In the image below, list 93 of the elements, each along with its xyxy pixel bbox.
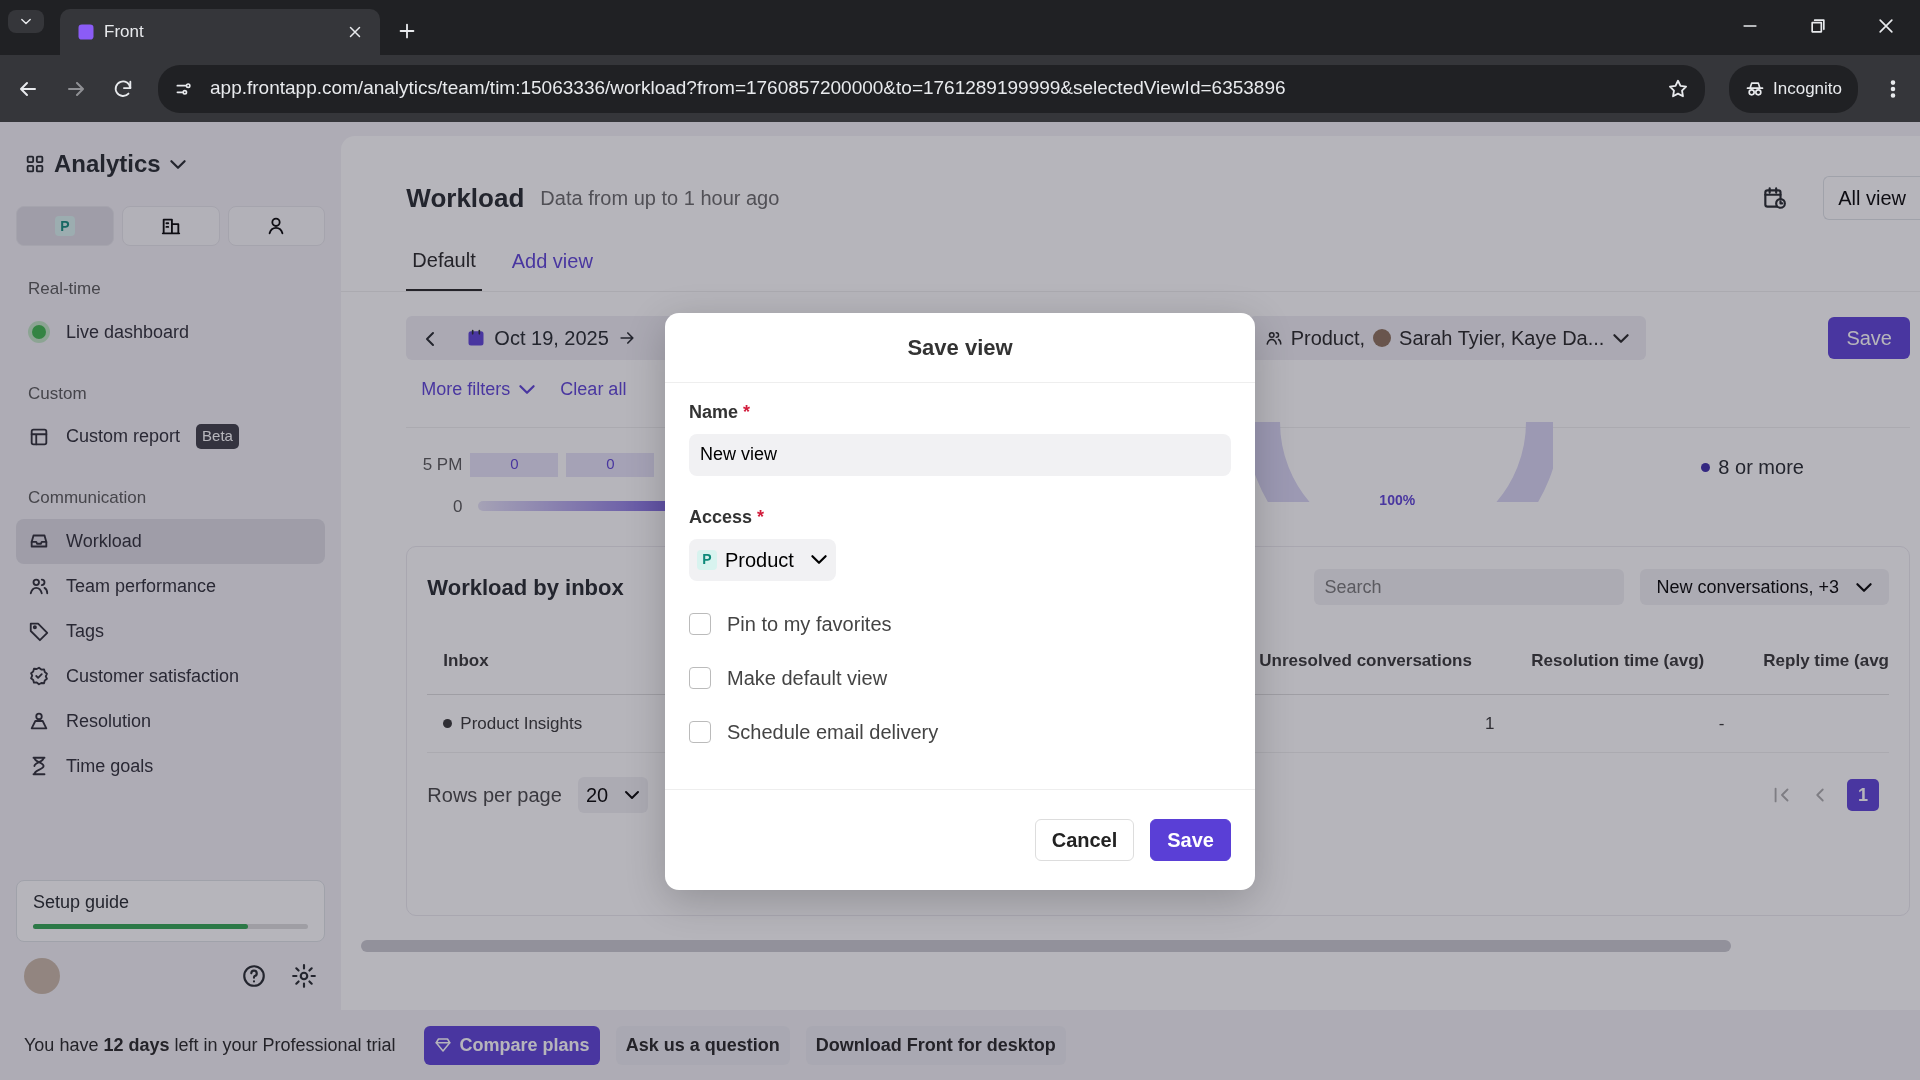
more-filters-button[interactable]: More filters xyxy=(421,376,537,403)
clear-all-button[interactable]: Clear all xyxy=(560,376,627,403)
column-header: Inbox xyxy=(442,649,490,672)
sidebar-item[interactable]: Custom report Beta xyxy=(16,414,326,459)
field-label: Access xyxy=(689,506,753,527)
diamond-icon xyxy=(433,1036,452,1054)
search-field[interactable]: Search xyxy=(1314,569,1625,605)
incognito-indicator[interactable]: Incognito xyxy=(1729,64,1858,113)
people-icon xyxy=(1264,329,1283,347)
donut-label: 100% xyxy=(1379,491,1416,510)
sidebar-item[interactable]: Live dashboard xyxy=(16,309,326,355)
page-button[interactable]: 1 xyxy=(1847,779,1879,811)
required-mark: * xyxy=(743,401,751,422)
chevron-left-icon xyxy=(425,330,436,347)
sidebar-item[interactable]: Resolution xyxy=(16,698,326,744)
address-bar[interactable]: app.frontapp.com/analytics/team/tim:15063336/workload?from=1760857200000&to=1761289199999&selectedViewId=6353896 xyxy=(158,64,1705,113)
sidebar-item[interactable]: Time goals xyxy=(16,743,326,789)
column-header: Unresolved conversations xyxy=(1259,649,1473,672)
checkbox[interactable] xyxy=(689,720,711,743)
trial-message: You have 12 days left in your Professional trial xyxy=(24,1033,396,1057)
star-icon[interactable] xyxy=(1667,77,1689,100)
calendar-icon xyxy=(466,328,487,348)
axis-label: 0 xyxy=(451,495,463,518)
legend-label: 8 or more xyxy=(1718,455,1804,480)
badge-check-icon xyxy=(28,665,50,687)
close-icon[interactable] xyxy=(1876,16,1896,36)
all-views-button[interactable]: All view xyxy=(1823,176,1920,220)
chevron-down-icon xyxy=(809,554,828,565)
trial-button[interactable]: Download Front for desktop xyxy=(805,1025,1066,1065)
chevron-down-icon[interactable] xyxy=(168,158,187,170)
dialog-title: Save view xyxy=(907,333,1013,362)
section-heading: Communication xyxy=(27,487,148,509)
cancel-button[interactable]: Cancel xyxy=(1034,818,1135,861)
metrics-dropdown[interactable]: New conversations, +3 xyxy=(1640,569,1889,605)
app-logo-icon xyxy=(76,22,96,42)
url-text: app.frontapp.com/analytics/team/tim:15063336/workload?from=1760857200000&to=1761289199999&selectedViewId=6353896 xyxy=(210,76,1287,101)
heatmap-cell: 0 xyxy=(470,452,559,477)
scope-tab[interactable] xyxy=(121,206,220,246)
view-tab[interactable]: Add view xyxy=(505,244,599,291)
section-heading: Real-time xyxy=(27,278,102,300)
page-title: Workload xyxy=(406,181,525,215)
checkbox[interactable] xyxy=(689,666,711,689)
chevron-down-icon xyxy=(518,384,537,395)
trial-button[interactable]: Compare plans xyxy=(423,1025,600,1065)
access-dropdown[interactable]: P Product xyxy=(689,538,836,581)
checkbox[interactable] xyxy=(689,612,711,635)
hour-label: 5 PM xyxy=(421,454,463,476)
name-field[interactable]: New view xyxy=(689,433,1231,476)
section-title: Workload by inbox xyxy=(427,573,624,602)
chevron-down-icon xyxy=(1855,581,1873,593)
sidebar-title: Analytics xyxy=(54,149,161,179)
tab-list-button[interactable] xyxy=(8,10,44,33)
column-header: Resolution time (avg) xyxy=(1531,649,1706,672)
section-heading: Custom xyxy=(27,382,88,405)
help-icon[interactable] xyxy=(241,963,268,989)
rows-per-page-label: Rows per page xyxy=(427,783,562,808)
sidebar-item[interactable]: Workload xyxy=(16,518,326,564)
avatar xyxy=(1373,329,1392,347)
chevron-down-icon xyxy=(1612,332,1631,344)
grid-icon xyxy=(24,153,46,175)
browser-tab[interactable]: Front xyxy=(60,9,380,55)
inbox-dot xyxy=(443,719,453,728)
option-label: Make default view xyxy=(727,665,888,691)
sidebar-item[interactable]: Team performance xyxy=(16,563,326,609)
save-button[interactable]: Save xyxy=(1828,317,1910,359)
table-cell-text: 1 xyxy=(1484,712,1495,735)
table-cell-text: Product Insights xyxy=(460,712,583,735)
beta-badge: Beta xyxy=(196,424,239,449)
setup-guide-label: Setup guide xyxy=(33,891,131,914)
field-label: Name xyxy=(689,401,739,422)
reload-icon[interactable] xyxy=(112,77,134,100)
chevron-down-icon xyxy=(624,790,641,800)
sidebar-item[interactable]: Tags xyxy=(16,608,326,654)
save-button[interactable]: Save xyxy=(1150,818,1231,861)
live-status-dot xyxy=(32,325,46,339)
sidebar-item[interactable]: Customer satisfaction xyxy=(16,653,326,699)
setup-guide-card[interactable]: Setup guide xyxy=(16,880,326,942)
option-label: Pin to my favorites xyxy=(727,611,892,637)
tag-icon xyxy=(28,620,50,642)
option-label: Schedule email delivery xyxy=(727,719,939,745)
rows-per-page-select[interactable]: 20 xyxy=(577,777,649,813)
legend-dot xyxy=(1701,462,1711,472)
restore-icon[interactable] xyxy=(1808,16,1828,36)
view-tab[interactable]: Default xyxy=(406,244,482,291)
trial-button[interactable]: Ask us a question xyxy=(615,1025,790,1065)
tab-title: Front xyxy=(104,21,145,44)
heatmap-cell: 0 xyxy=(566,452,655,477)
page-subtitle: Data from up to 1 hour ago xyxy=(540,186,780,211)
table-cell-text: - xyxy=(1718,712,1725,735)
horizontal-scrollbar[interactable] xyxy=(361,940,1732,952)
required-mark: * xyxy=(757,506,765,527)
calendar-clock-icon[interactable] xyxy=(1761,185,1788,211)
column-header: Reply time (avg xyxy=(1763,649,1889,672)
